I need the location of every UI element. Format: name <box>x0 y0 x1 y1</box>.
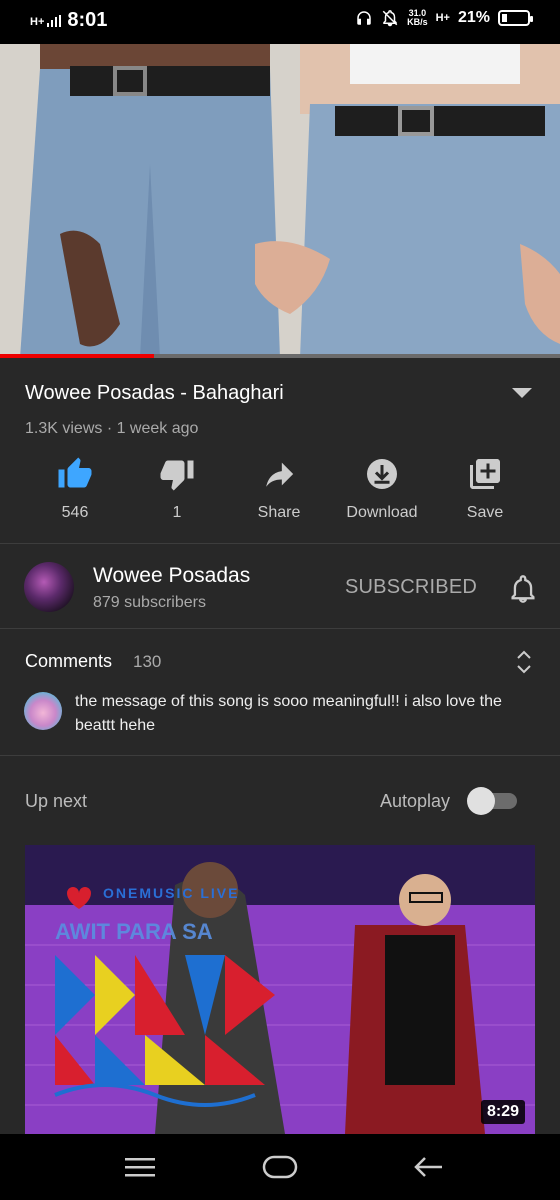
signal-indicator: H+ <box>30 14 62 28</box>
subscribed-button[interactable]: SUBSCRIBED <box>345 576 477 599</box>
dislike-button[interactable]: 1 <box>127 454 227 522</box>
comments-heading: Comments <box>25 651 113 671</box>
channel-row[interactable]: Wowee Posadas 879 subscribers SUBSCRIBED <box>0 544 560 628</box>
back-arrow-icon <box>414 1157 442 1177</box>
share-label: Share <box>257 504 301 521</box>
battery-percent: 21% <box>457 9 490 26</box>
expand-description-icon[interactable] <box>512 388 532 398</box>
action-bar: 546 1 Share Download Save <box>0 454 560 542</box>
autoplay-toggle[interactable] <box>467 787 519 815</box>
like-count: 546 <box>61 504 89 521</box>
thumbnail-brand: ONEMUSIC LIVE <box>103 885 240 901</box>
channel-subscribers: 879 subscribers <box>93 594 206 611</box>
notification-bell-icon[interactable] <box>509 574 537 604</box>
thumbnail-title: AWIT PARA SA <box>55 919 213 944</box>
divider <box>0 755 560 756</box>
headphones-icon <box>357 11 371 25</box>
comments-section[interactable]: Comments 130 the message of this song is… <box>0 629 560 755</box>
video-title: Wowee Posadas - Bahaghari <box>25 382 284 404</box>
navigation-bar <box>0 1134 560 1200</box>
video-player[interactable] <box>0 44 560 358</box>
save-label: Save <box>466 504 504 521</box>
share-button[interactable]: Share <box>229 454 329 522</box>
expand-comments-icon[interactable] <box>516 649 532 675</box>
channel-name[interactable]: Wowee Posadas <box>93 564 250 588</box>
share-icon <box>266 462 294 487</box>
video-meta: 1.3K views · 1 week ago <box>25 420 199 437</box>
menu-icon <box>125 1158 155 1177</box>
network-type: H+ <box>30 15 45 28</box>
notifications-off-icon <box>382 10 398 27</box>
dislike-count: 1 <box>172 504 182 521</box>
menu-button[interactable] <box>115 1150 165 1184</box>
status-bar: H+ 8:01 31.0 KB/s H+ 21% <box>0 0 560 44</box>
commenter-avatar <box>24 692 62 730</box>
up-next-thumbnail[interactable]: ONEMUSIC LIVE AWIT PARA SA 8:29 <box>25 845 535 1134</box>
autoplay-label: Autoplay <box>380 791 451 811</box>
thumbnail-image <box>25 845 535 1134</box>
save-button[interactable]: Save <box>435 454 535 522</box>
home-icon <box>262 1155 298 1179</box>
watch-panel: Wowee Posadas - Bahaghari 1.3K views · 1… <box>0 358 560 1134</box>
top-comment: the message of this song is sooo meaning… <box>75 693 502 734</box>
battery-icon <box>498 10 533 26</box>
back-button[interactable] <box>403 1150 453 1184</box>
download-label: Download <box>346 504 418 521</box>
home-button[interactable] <box>255 1150 305 1184</box>
network-type-2: H+ <box>435 12 450 24</box>
network-speed: 31.0 KB/s <box>407 8 428 27</box>
video-duration: 8:29 <box>480 1100 525 1124</box>
download-icon <box>367 459 397 489</box>
comments-count: 130 <box>133 652 162 671</box>
video-frame-image <box>0 44 560 358</box>
like-button[interactable]: 546 <box>25 454 125 522</box>
download-button[interactable]: Download <box>332 454 432 522</box>
thumbs-up-icon <box>58 457 92 488</box>
thumbs-down-icon <box>160 460 194 491</box>
channel-avatar[interactable] <box>24 562 74 612</box>
add-to-playlist-icon <box>470 459 500 489</box>
clock: 8:01 <box>67 9 108 31</box>
signal-bars-icon <box>47 14 62 27</box>
up-next-label: Up next <box>25 791 88 811</box>
